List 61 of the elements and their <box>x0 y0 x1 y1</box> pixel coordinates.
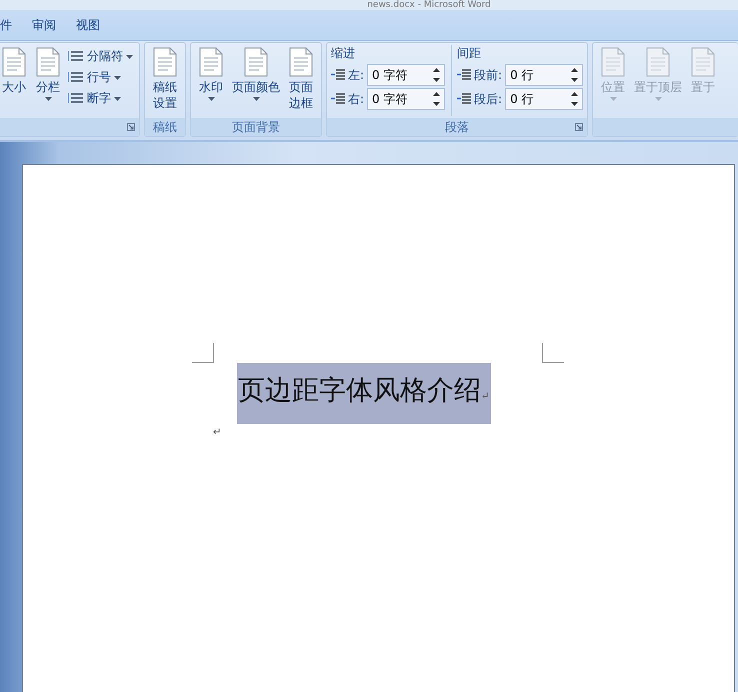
spin-field[interactable]: 0 行 <box>505 88 584 110</box>
caret-icon <box>654 97 662 101</box>
ribbon-tab[interactable]: 视图 <box>76 12 114 38</box>
group-label: 稿纸 <box>153 118 177 136</box>
caret-icon <box>610 97 617 101</box>
document-icon <box>1 47 27 77</box>
dialog-launcher-icon[interactable] <box>575 123 584 131</box>
field-label: 段前: <box>474 66 502 84</box>
spin-arrows-icon <box>571 68 578 82</box>
document-icon <box>690 47 716 77</box>
dialog-launcher-icon[interactable] <box>127 123 135 131</box>
crop-mark <box>192 343 214 363</box>
spin-field[interactable]: 0 行 <box>505 64 584 86</box>
caret-icon <box>114 96 121 100</box>
field-label: 右: <box>348 90 364 108</box>
spin-arrows-icon <box>433 68 440 82</box>
field-label: 左: <box>348 66 364 84</box>
ribbon-button[interactable]: 分隔符 <box>66 47 135 66</box>
ribbon-button[interactable]: 页面颜色 <box>229 45 283 116</box>
ribbon-tab[interactable]: 件 <box>0 12 26 38</box>
ribbon-button[interactable]: 断字 <box>66 89 135 108</box>
document-icon <box>288 47 314 77</box>
ribbon-button[interactable]: 大小 <box>0 45 30 116</box>
window-title: news.docx - Microsoft Word <box>366 0 491 10</box>
caret-icon <box>126 54 133 58</box>
document-icon <box>198 47 224 77</box>
spin-field[interactable]: 0 字符 <box>367 64 446 86</box>
document-icon <box>243 47 269 77</box>
spin-arrows-icon <box>433 92 440 106</box>
group-label: 页面背景 <box>232 118 280 136</box>
caret-icon <box>252 97 260 101</box>
indent-icon <box>331 93 345 105</box>
spin-field[interactable]: 0 字符 <box>367 88 446 110</box>
ribbon-tab[interactable]: 审阅 <box>32 12 70 38</box>
lines-icon <box>68 50 84 64</box>
indent-icon <box>457 93 472 105</box>
heading-text: 页边距字体风格介绍↵ <box>237 363 492 424</box>
ribbon-button[interactable]: 水印 <box>195 45 227 116</box>
ribbon-button[interactable]: 行号 <box>66 68 135 87</box>
caret-icon <box>114 76 121 80</box>
document-icon <box>35 47 61 77</box>
field-label: 段后: <box>474 90 502 108</box>
document-icon <box>152 47 178 77</box>
ribbon-button[interactable]: 稿纸 设置 <box>149 45 181 116</box>
lines-icon <box>68 92 84 106</box>
section-label: 间距 <box>457 45 482 62</box>
section-label: 缩进 <box>331 45 356 62</box>
caret-icon <box>208 97 214 101</box>
ribbon-button[interactable]: 页面 边框 <box>285 45 317 116</box>
crop-mark <box>542 343 564 363</box>
indent-icon <box>457 69 472 81</box>
caret-icon <box>44 97 52 101</box>
paragraph-mark: ↵ <box>481 391 490 402</box>
paragraph-mark: ↵ <box>213 427 222 438</box>
document-icon <box>600 47 626 77</box>
group-label: 段落 <box>445 118 470 136</box>
ribbon-button[interactable]: 分栏 <box>32 45 64 116</box>
indent-icon <box>331 69 345 81</box>
spin-arrows-icon <box>571 92 578 106</box>
lines-icon <box>68 70 84 84</box>
document-icon <box>645 47 672 77</box>
